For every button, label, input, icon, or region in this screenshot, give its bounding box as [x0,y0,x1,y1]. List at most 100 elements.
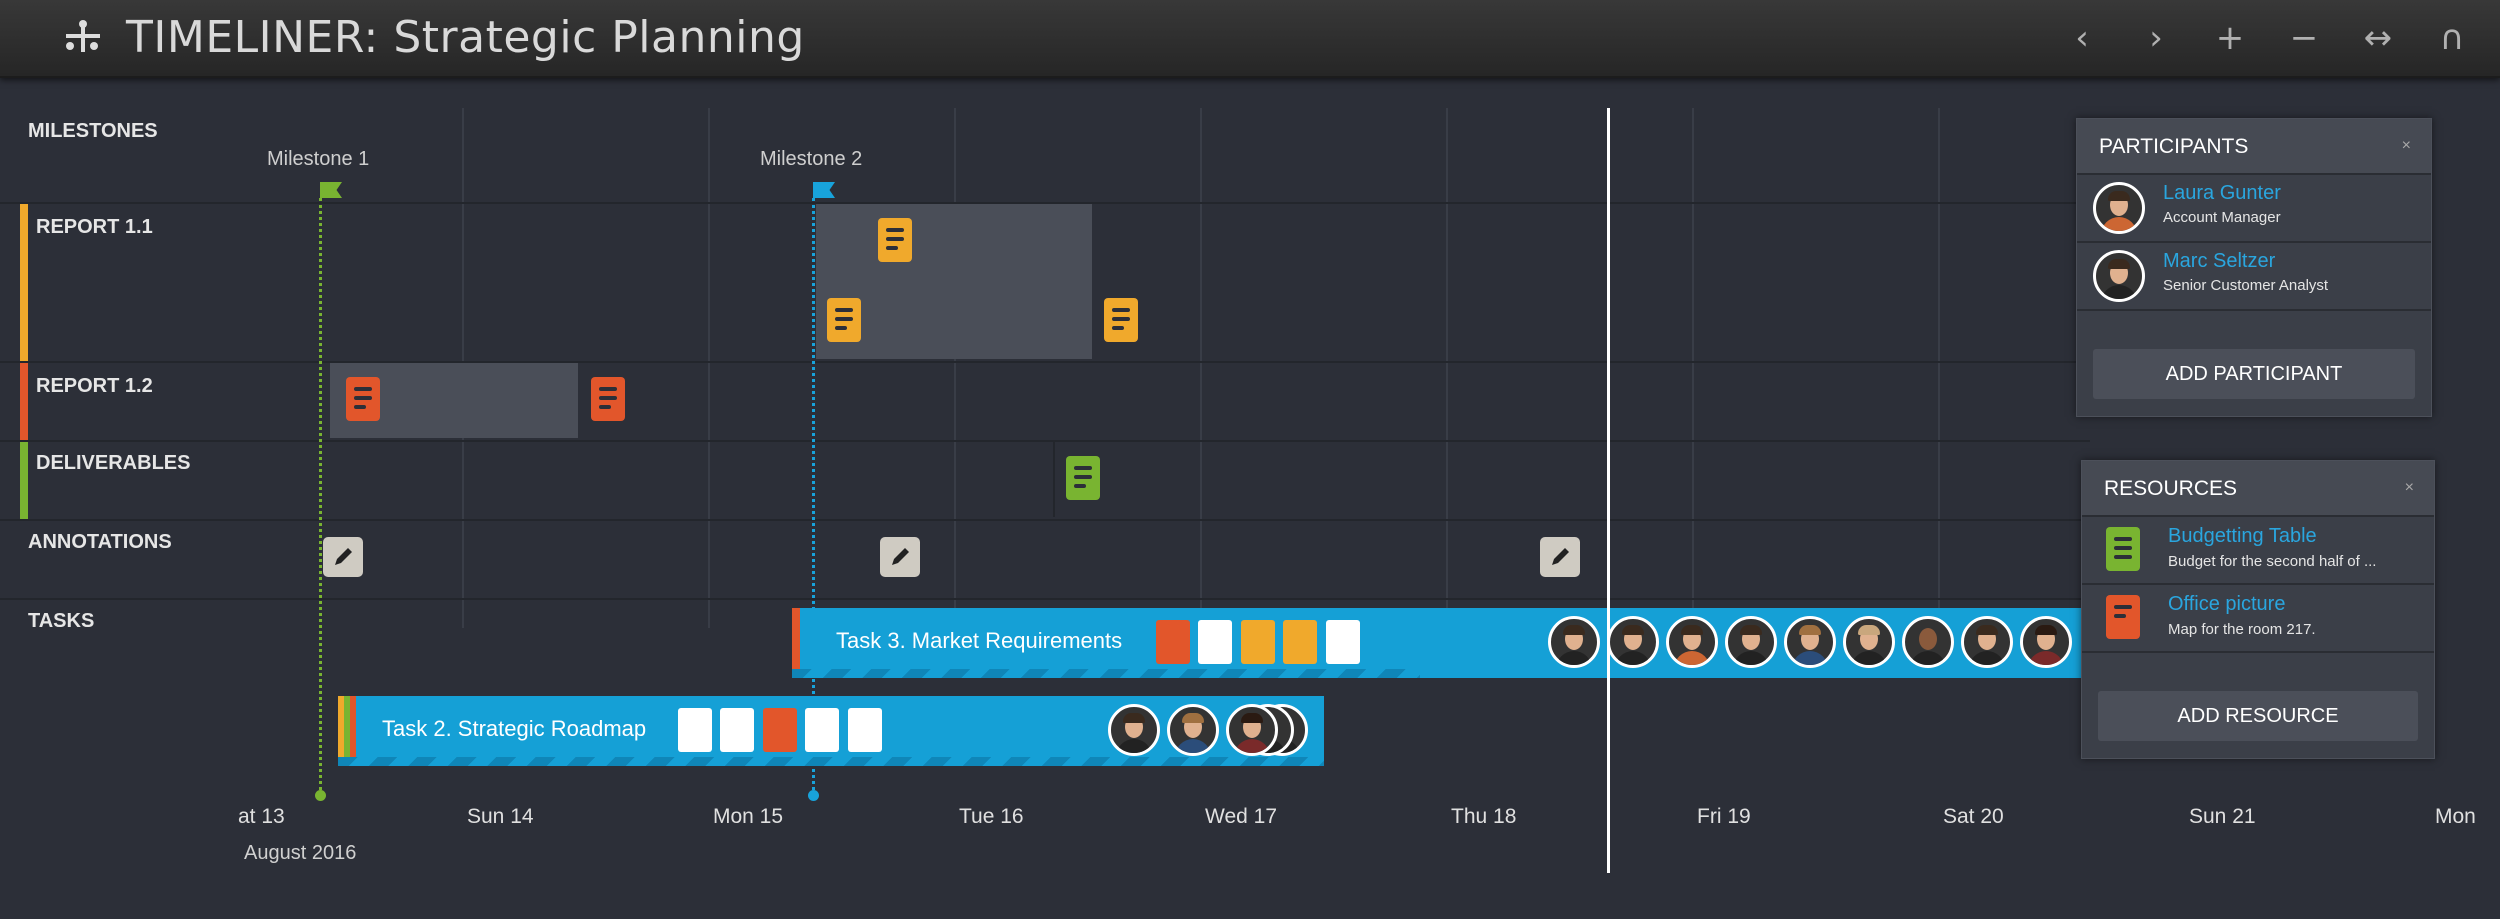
avatar[interactable] [1108,704,1160,756]
close-icon[interactable]: × [2402,137,2411,155]
image-file-icon[interactable] [1156,620,1190,664]
document-icon[interactable] [346,377,380,421]
avatar[interactable] [1843,616,1895,668]
avatar[interactable] [1784,616,1836,668]
resource-item[interactable]: Office picture Map for the room 217. [2082,585,2434,653]
close-icon[interactable]: × [2405,479,2414,497]
milestone-1-label: Milestone 1 [267,148,370,170]
spreadsheet-icon[interactable] [1283,620,1317,664]
pencil-icon[interactable] [1540,537,1580,577]
app-title: TIMELINER: Strategic Planning [126,12,805,63]
participant-role: Senior Customer Analyst [2163,277,2329,294]
avatar[interactable] [1167,704,1219,756]
axis-tick-label: Thu 18 [1451,805,1517,828]
deliverable-tick [1053,442,1055,517]
grid-line [954,108,956,628]
participant-item[interactable]: Laura Gunter Account Manager [2077,175,2431,243]
document-icon[interactable] [1066,456,1100,500]
document-icon[interactable] [805,708,839,752]
timeliner-logo-icon [66,20,100,52]
grid-line [1200,108,1202,628]
avatar[interactable] [1902,616,1954,668]
axis-tick-label: Sun 21 [2189,805,2256,828]
milestone-1-line [319,198,322,796]
avatar [2093,182,2145,234]
milestone-2-flag-icon[interactable] [813,182,835,198]
participant-name[interactable]: Laura Gunter [2163,182,2281,205]
document-icon[interactable] [1104,298,1138,342]
task-3-bar[interactable]: Task 3. Market Requirements [792,608,2088,678]
milestone-2-marker [808,790,819,801]
pencil-icon[interactable] [323,537,363,577]
row-divider [0,598,2090,600]
avatar[interactable] [1961,616,2013,668]
axis-tick-label: Sun 14 [467,805,534,828]
document-icon[interactable] [1198,620,1232,664]
fit-width-icon[interactable]: ↔ [2356,16,2400,60]
row-divider [0,361,2090,363]
avatar[interactable] [1725,616,1777,668]
axis-tick-label: Sat 20 [1943,805,2004,828]
milestone-1-flag-icon[interactable] [320,182,342,198]
row-label-annotations: ANNOTATIONS [28,531,172,553]
participants-header[interactable]: PARTICIPANTS × [2077,119,2431,175]
avatar[interactable] [1548,616,1600,668]
add-participant-button[interactable]: ADD PARTICIPANT [2093,349,2415,399]
axis-tick-label: Fri 19 [1697,805,1751,828]
milestone-2-label: Milestone 2 [760,148,863,170]
participant-name[interactable]: Marc Seltzer [2163,250,2275,273]
task-2-bar[interactable]: Task 2. Strategic Roadmap [338,696,1324,766]
image-file-icon[interactable] [763,708,797,752]
row-divider [0,519,2090,521]
spreadsheet-icon[interactable] [1241,620,1275,664]
axis-tick-label: Mon [2435,805,2476,828]
avatar[interactable] [2020,616,2072,668]
document-icon[interactable] [848,708,882,752]
resources-header[interactable]: RESOURCES × [2082,461,2434,517]
document-icon[interactable] [591,377,625,421]
avatar[interactable] [1226,704,1278,756]
resource-name[interactable]: Budgetting Table [2168,525,2317,548]
previous-chevron-icon[interactable]: ‹ [2060,16,2104,60]
task-3-cap [792,608,800,678]
task-2-label: Task 2. Strategic Roadmap [382,716,647,741]
document-icon[interactable] [878,218,912,262]
row-divider [0,440,2090,442]
pencil-icon[interactable] [880,537,920,577]
task-3-label: Task 3. Market Requirements [836,628,1123,653]
milestone-1-marker [315,790,326,801]
participants-title: PARTICIPANTS [2099,135,2249,158]
participant-item[interactable]: Marc Seltzer Senior Customer Analyst [2077,243,2431,311]
task-2-progress [338,757,1324,766]
task-2-cap-red [350,696,356,766]
axis-tick-label: Wed 17 [1205,805,1277,828]
add-resource-button[interactable]: ADD RESOURCE [2098,691,2418,741]
spreadsheet-icon [2106,527,2140,571]
zoom-out-icon[interactable]: − [2282,16,2326,60]
row-label-tasks: TASKS [28,610,95,632]
document-icon[interactable] [827,298,861,342]
document-icon[interactable] [1326,620,1360,664]
row-label-report-1-1: REPORT 1.1 [36,216,153,238]
report-1-2-color-bar [20,363,28,440]
deliverables-color-bar [20,442,28,519]
resource-item[interactable]: Budgetting Table Budget for the second h… [2082,517,2434,585]
row-label-deliverables: DELIVERABLES [36,452,191,474]
participant-role: Account Manager [2163,209,2281,226]
avatar[interactable] [1607,616,1659,668]
document-icon[interactable] [678,708,712,752]
grid-line [1446,108,1448,628]
next-chevron-icon[interactable]: › [2134,16,2178,60]
top-bar: TIMELINER: Strategic Planning ‹ › + − ↔ … [0,0,2500,78]
avatar[interactable] [1666,616,1718,668]
current-time-line[interactable] [1607,108,1610,873]
grid-line [708,108,710,628]
document-icon[interactable] [720,708,754,752]
report-1-1-color-bar [20,204,28,361]
axis-month-label: August 2016 [244,842,357,864]
participants-panel: PARTICIPANTS × Laura Gunter Account Mana… [2076,118,2432,417]
grid-line [1692,108,1694,628]
magnet-icon[interactable]: ∩ [2430,16,2474,60]
zoom-in-icon[interactable]: + [2208,16,2252,60]
resource-name[interactable]: Office picture [2168,593,2285,616]
